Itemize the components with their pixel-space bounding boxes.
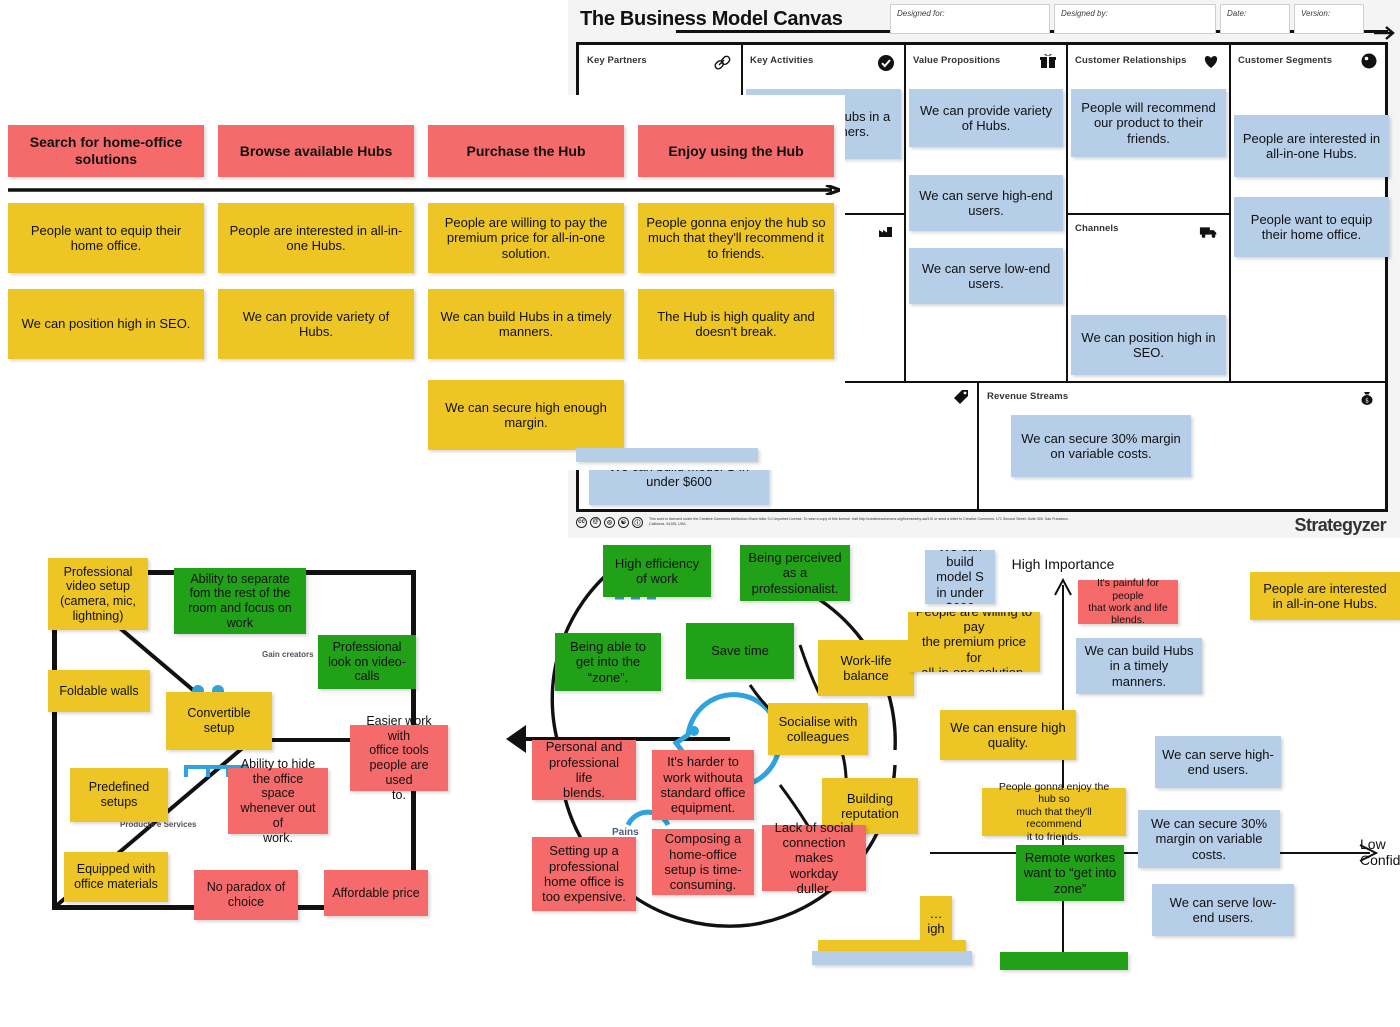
journey-assumption-1-1[interactable]: People want to equip their home office.: [8, 203, 204, 273]
journey-assumption-4-2[interactable]: The Hub is high quality and doesn't brea…: [638, 289, 834, 359]
designed-by-field[interactable]: Designed by:: [1054, 4, 1216, 34]
license-text: This work is licensed under the Creative…: [649, 516, 1069, 526]
bmc-title: The Business Model Canvas: [580, 8, 843, 30]
assumption-journey-map: Search for home-office solutions Browse …: [0, 95, 845, 470]
profile-note-4[interactable]: Save time: [686, 623, 794, 679]
vpc-note-8[interactable]: Ability to hide the office space wheneve…: [228, 757, 328, 845]
strategyzer-logo: Strategyzer: [1294, 515, 1387, 535]
cc-icon: cc: [576, 516, 587, 528]
matrix-note-9[interactable]: We can secure 30% margin on variable cos…: [1138, 810, 1280, 868]
version-field[interactable]: Version:: [1294, 4, 1364, 34]
money-bag-icon: $: [1361, 392, 1373, 405]
svg-text:$: $: [1365, 397, 1369, 404]
journey-assumption-3-3[interactable]: We can secure high enough margin.: [428, 380, 624, 450]
matrix-note-3[interactable]: It's painful for people that work and li…: [1078, 577, 1178, 626]
bmc-note-channels-1[interactable]: We can position high in SEO.: [1071, 315, 1226, 375]
bmc-label-value-propositions: Value Propositions: [913, 55, 1001, 66]
journey-assumption-1-2[interactable]: We can position high in SEO.: [8, 289, 204, 359]
profile-note-12[interactable]: Setting up a professional home office is…: [532, 837, 636, 911]
bmc-note-customer-relationships-1[interactable]: People will recommend our product to the…: [1071, 89, 1226, 157]
value-proposition-canvas: Products e Services Gain creators Profes…: [30, 540, 500, 940]
cc-person-icon: ⓘ: [632, 516, 643, 528]
cc-by-icon: @: [590, 516, 601, 528]
price-tag-icon: [954, 390, 968, 404]
matrix-axis-label-top: High Importance: [1011, 556, 1115, 572]
journey-assumption-3-2[interactable]: We can build Hubs in a timely manners.: [428, 289, 624, 359]
factory-icon: [879, 227, 892, 237]
bmc-note-revenue-1[interactable]: We can secure 30% margin on variable cos…: [1011, 415, 1191, 477]
profile-note-10[interactable]: Composing a home-office setup is time- c…: [652, 829, 754, 895]
matrix-note-5[interactable]: People are interested in all-in-one Hubs…: [1250, 572, 1400, 620]
cropped-note-blue-2[interactable]: [576, 448, 758, 462]
bmc-label-customer-segments: Customer Segments: [1238, 55, 1333, 66]
vpc-note-10[interactable]: No paradox of choice: [194, 870, 298, 920]
matrix-note-12[interactable]: …igh: [920, 896, 952, 946]
heart-icon: [1204, 56, 1218, 68]
bmc-note-customer-segments-2[interactable]: People want to equip their home office.: [1234, 197, 1389, 257]
profile-note-6[interactable]: Socialise with colleagues: [768, 703, 868, 755]
bmc-note-customer-segments-1[interactable]: People are interested in all-in-one Hubs…: [1234, 115, 1389, 177]
profile-note-9[interactable]: It's harder to work withouta standard of…: [652, 750, 754, 820]
assumption-prioritization-matrix: High Importance Low Confidence We can bu…: [908, 540, 1400, 970]
check-circle-icon: [878, 55, 894, 71]
bmc-label-customer-relationships: Customer Relationships: [1075, 55, 1187, 66]
matrix-note-7[interactable]: We can serve high- end users.: [1155, 736, 1281, 788]
person-icon: [1361, 53, 1377, 69]
journey-stage-1[interactable]: Search for home-office solutions: [8, 125, 204, 177]
date-field[interactable]: Date:: [1220, 4, 1290, 34]
journey-stage-4[interactable]: Enjoy using the Hub: [638, 125, 834, 177]
matrix-note-6[interactable]: We can ensure high quality.: [940, 710, 1076, 760]
cc-nc-icon: ◎: [604, 516, 615, 528]
cropped-note-blue[interactable]: [812, 951, 972, 965]
vpc-note-9[interactable]: Equipped with office materials: [64, 852, 168, 902]
profile-note-5[interactable]: Work-life balance: [818, 640, 914, 696]
matrix-note-4[interactable]: We can build Hubs in a timely manners.: [1076, 638, 1202, 694]
cc-sa-icon: ☯: [618, 516, 629, 528]
creative-commons-badges: cc @ ◎ ☯ ⓘ: [576, 516, 643, 528]
profile-note-2[interactable]: Being perceived as a professionalist.: [740, 545, 850, 601]
bmc-label-channels: Channels: [1075, 223, 1119, 234]
gift-icon: [1040, 53, 1056, 68]
matrix-axis-label-right: Low Confidence: [1360, 836, 1400, 869]
vpc-note-7[interactable]: Predefined setups: [70, 768, 168, 822]
designed-for-field[interactable]: Designed for:: [890, 4, 1050, 34]
vpc-note-5[interactable]: Convertible setup: [166, 692, 272, 750]
bmc-label-revenue-streams: Revenue Streams: [987, 391, 1069, 402]
matrix-note-10[interactable]: Remote workes want to “get into zone”: [1016, 845, 1124, 901]
vpc-note-4[interactable]: Foldable walls: [48, 670, 150, 712]
bmc-footer: cc @ ◎ ☯ ⓘ This work is licensed under t…: [576, 510, 1388, 534]
truck-icon: [1199, 227, 1217, 238]
matrix-note-8[interactable]: People gonna enjoy the hub so much that …: [982, 781, 1126, 843]
bmc-note-value-prop-3[interactable]: We can serve low-end users.: [909, 248, 1063, 304]
whiteboard-canvas: The Business Model Canvas Designed for: …: [0, 0, 1400, 1027]
journey-stage-2[interactable]: Browse available Hubs: [218, 125, 414, 177]
journey-assumption-2-1[interactable]: People are interested in all-in- one Hub…: [218, 203, 414, 273]
journey-assumption-3-1[interactable]: People are willing to pay the premium pr…: [428, 203, 624, 273]
bmc-label-key-activities: Key Activities: [750, 55, 814, 66]
profile-note-3[interactable]: Being able to get into the “zone”.: [555, 633, 661, 691]
bmc-label-key-partners: Key Partners: [587, 55, 647, 66]
matrix-note-2[interactable]: People are willing to pay the premium pr…: [908, 612, 1040, 672]
profile-note-8[interactable]: Personal and professional life blends.: [532, 739, 636, 800]
journey-assumption-4-1[interactable]: People gonna enjoy the hub so much that …: [638, 203, 834, 273]
bmc-note-value-prop-1[interactable]: We can provide variety of Hubs.: [909, 89, 1063, 147]
title-arrow-icon: [1374, 26, 1395, 40]
vpc-label-gain-creators: Gain creators: [262, 650, 314, 659]
vpc-note-3[interactable]: Professional look on video- calls: [318, 635, 416, 689]
chain-link-icon: [714, 55, 731, 70]
cropped-note-green[interactable]: [1000, 952, 1128, 970]
journey-assumption-2-2[interactable]: We can provide variety of Hubs.: [218, 289, 414, 359]
matrix-note-1[interactable]: We can build model S in under $600: [925, 550, 995, 604]
customer-profile-circle: Pains High efficiency of work Being perc…: [500, 535, 940, 955]
vpc-note-2[interactable]: Ability to separate fom the rest of the …: [174, 568, 306, 634]
profile-note-1[interactable]: High efficiency of work: [603, 545, 711, 597]
profile-note-11[interactable]: Lack of social connection makes workday …: [762, 820, 866, 896]
matrix-note-11[interactable]: We can serve low- end users.: [1152, 884, 1294, 936]
vpc-note-6[interactable]: Easier work with office tools people are…: [350, 714, 448, 802]
journey-stage-3[interactable]: Purchase the Hub: [428, 125, 624, 177]
vpc-note-11[interactable]: Affordable price: [324, 870, 428, 916]
vpc-note-1[interactable]: Professional video setup (camera, mic, l…: [48, 558, 148, 630]
bmc-note-value-prop-2[interactable]: We can serve high-end users.: [909, 175, 1063, 231]
journey-arrow-icon: [8, 185, 840, 195]
